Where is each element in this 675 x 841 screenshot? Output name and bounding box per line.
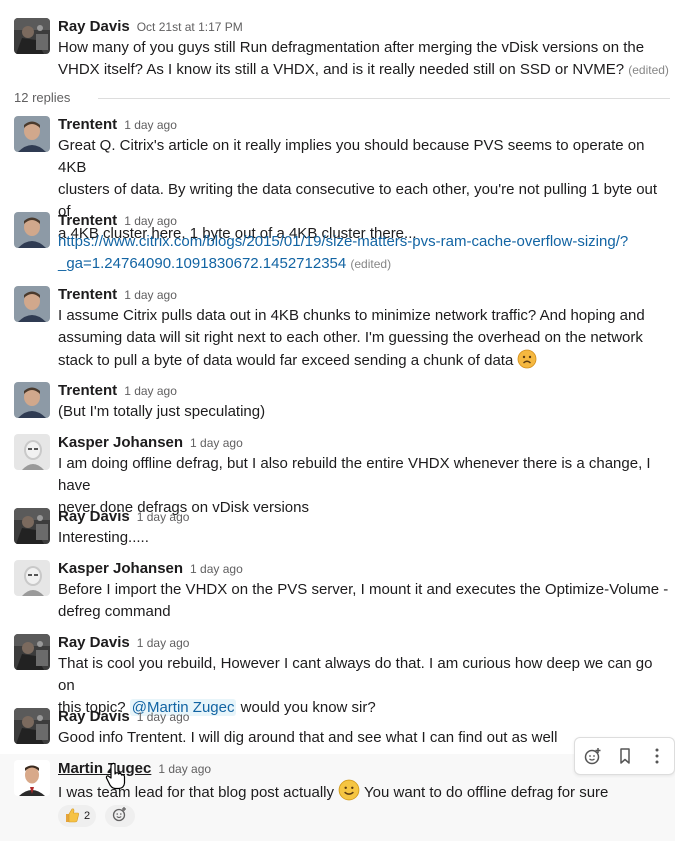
replies-count: 12 replies — [14, 90, 71, 105]
timestamp[interactable]: 1 day ago — [158, 762, 211, 776]
author-name[interactable]: Trentent — [58, 212, 117, 229]
message-line: assuming data will sit right next to eac… — [58, 329, 643, 346]
thumbs-up-icon — [64, 807, 80, 826]
timestamp[interactable]: 1 day ago — [190, 436, 243, 450]
avatar[interactable] — [14, 286, 50, 322]
avatar[interactable] — [14, 560, 50, 596]
message-text: How many of you guys still Run defragmen… — [58, 37, 672, 81]
message-line: How many of you guys still Run defragmen… — [58, 39, 645, 56]
more-actions-icon[interactable] — [645, 744, 669, 768]
message-line: stack to pull a byte of data would far e… — [58, 352, 514, 369]
message-line: That is cool you rebuild, However I cant… — [58, 655, 653, 694]
author-name[interactable]: Trentent — [58, 116, 117, 133]
avatar[interactable] — [14, 634, 50, 670]
add-reaction-icon[interactable] — [581, 744, 605, 768]
avatar[interactable] — [14, 116, 50, 152]
timestamp[interactable]: Oct 21st at 1:17 PM — [137, 20, 243, 34]
avatar[interactable] — [14, 508, 50, 544]
edited-label: (edited) — [628, 63, 669, 77]
smile-icon — [338, 779, 360, 808]
message-line: Before I import the VHDX on the PVS serv… — [58, 581, 669, 598]
author-name[interactable]: Trentent — [58, 382, 117, 399]
avatar[interactable] — [14, 434, 50, 470]
timestamp[interactable]: 1 day ago — [124, 214, 177, 228]
message-line: VHDX itself? As I know its still a VHDX,… — [58, 61, 625, 78]
avatar[interactable] — [14, 18, 50, 54]
message-text: https://www.citrix.com/blogs/2015/01/19/… — [58, 231, 672, 275]
author-name[interactable]: Kasper Johansen — [58, 434, 183, 451]
author-name[interactable]: Kasper Johansen — [58, 560, 183, 577]
timestamp[interactable]: 1 day ago — [190, 562, 243, 576]
message-line: I am doing offline defrag, but I also re… — [58, 455, 651, 494]
message-line: You want to do offline defrag for sure — [360, 784, 609, 801]
avatar[interactable] — [14, 708, 50, 744]
timestamp[interactable]: 1 day ago — [137, 510, 190, 524]
message-text: I assume Citrix pulls data out in 4KB ch… — [58, 305, 672, 376]
author-name[interactable]: Ray Davis — [58, 18, 130, 35]
add-reaction-icon — [112, 806, 128, 827]
message-text: Before I import the VHDX on the PVS serv… — [58, 579, 672, 623]
message-line: Great Q. Citrix's article on it really i… — [58, 137, 645, 176]
timestamp[interactable]: 1 day ago — [124, 118, 177, 132]
avatar[interactable] — [14, 212, 50, 248]
message-line: I was team lead for that blog post actua… — [58, 784, 339, 801]
message-text: (But I'm totally just speculating) — [58, 401, 672, 423]
divider-line — [98, 98, 670, 99]
author-name[interactable]: Ray Davis — [58, 708, 130, 725]
author-name[interactable]: Ray Davis — [58, 634, 130, 651]
blog-link-cont[interactable]: _ga=1.24764090.1091830672.1452712354 — [58, 255, 346, 272]
edited-label: (edited) — [350, 257, 392, 271]
message-line: defreg command — [58, 603, 171, 620]
avatar[interactable] — [14, 382, 50, 418]
message-line: would you know sir? — [236, 699, 376, 716]
author-name[interactable]: Trentent — [58, 286, 117, 303]
message-line: (But I'm totally just speculating) — [58, 403, 266, 420]
timestamp[interactable]: 1 day ago — [124, 384, 177, 398]
worried-face-icon — [517, 349, 537, 376]
replies-divider: 12 replies — [14, 88, 670, 108]
message-line: I assume Citrix pulls data out in 4KB ch… — [58, 307, 645, 324]
message-text: I was team lead for that blog post actua… — [58, 779, 672, 808]
reaction-thumbs-up[interactable]: 2 — [58, 805, 97, 827]
author-name[interactable]: Ray Davis — [58, 508, 130, 525]
hand-cursor-icon — [105, 762, 127, 795]
blog-link[interactable]: https://www.citrix.com/blogs/2015/01/19/… — [58, 231, 672, 253]
message-actions-toolbar — [574, 737, 675, 775]
message-text: Interesting..... — [58, 527, 672, 549]
add-reaction-button[interactable] — [105, 805, 135, 827]
reaction-count: 2 — [84, 810, 91, 822]
timestamp[interactable]: 1 day ago — [137, 710, 190, 724]
timestamp[interactable]: 1 day ago — [137, 636, 190, 650]
message-line: Interesting..... — [58, 529, 149, 546]
avatar[interactable] — [14, 760, 50, 796]
bookmark-icon[interactable] — [613, 744, 637, 768]
timestamp[interactable]: 1 day ago — [124, 288, 177, 302]
